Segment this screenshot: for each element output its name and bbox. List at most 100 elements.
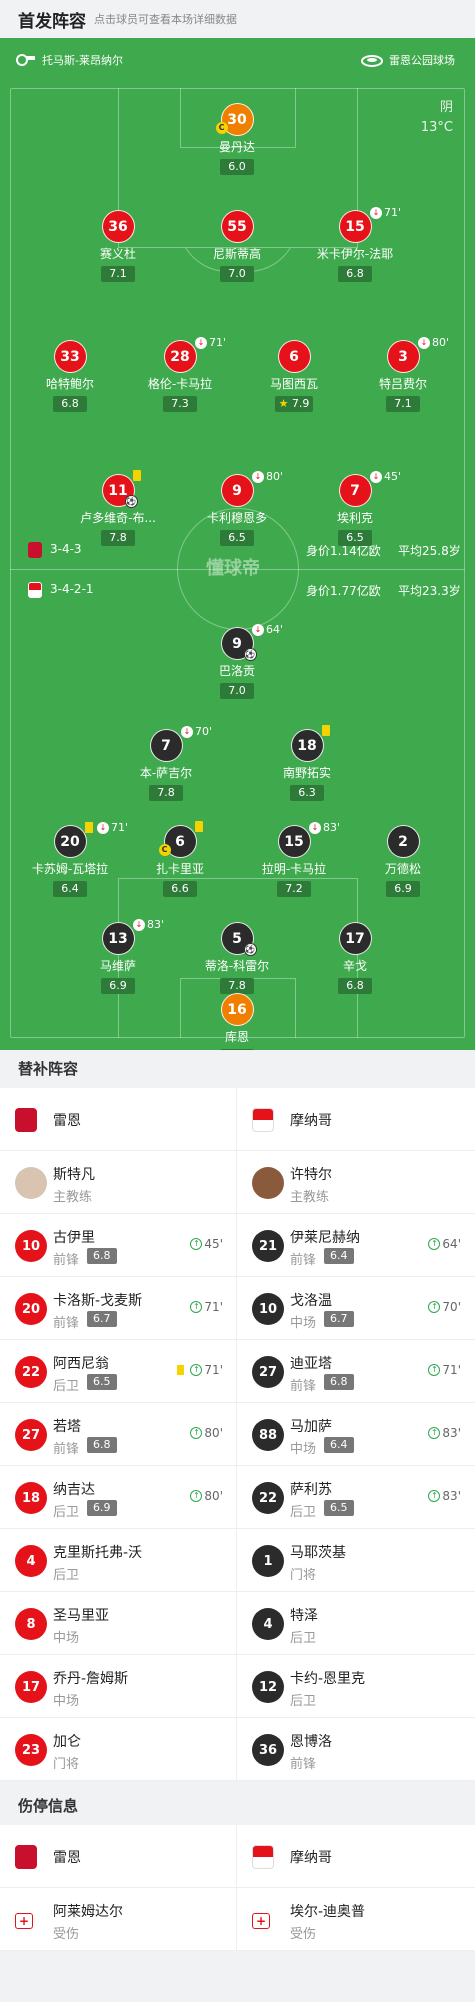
away-coach[interactable]: 许特尔 主教练 xyxy=(237,1151,474,1213)
sub-player-away[interactable]: 21 伊莱尼赫纳 前锋 6.4 ↑ 64' xyxy=(237,1214,474,1276)
sub-on-time: 83' xyxy=(442,1426,461,1440)
injury-away-team[interactable]: 摩纳哥 xyxy=(237,1825,474,1887)
monaco-badge-icon xyxy=(28,582,42,598)
player-number: 15 xyxy=(345,218,365,235)
player-name: 哈特鲍尔 xyxy=(45,377,94,391)
subs-home-team[interactable]: 雷恩 xyxy=(0,1088,237,1150)
sub-player-rating: 6.9 xyxy=(87,1500,117,1516)
player-number: 28 xyxy=(170,348,190,365)
sub-player-name: 马加萨 xyxy=(290,1419,332,1435)
player-away-5[interactable]: 5 ⚽ 蒂洛-科雷尔 7.8 xyxy=(182,922,292,994)
player-home-33[interactable]: 33 哈特鲍尔 6.8 xyxy=(15,340,125,412)
player-number-badge: 33 xyxy=(53,340,87,373)
player-away-7[interactable]: 7 ↓ 70' 本-萨吉尔 7.8 xyxy=(111,725,221,801)
player-home-36[interactable]: 36 赛义杜 7.1 xyxy=(63,210,173,282)
sub-time: 71' xyxy=(209,336,227,349)
injury-icon: + xyxy=(15,1913,33,1929)
player-home-6[interactable]: 6 马图西瓦 ★ 7.9 xyxy=(239,340,349,412)
player-number-badge: 36 xyxy=(101,210,135,243)
player-rating: 7.0 xyxy=(220,683,254,699)
sub-player-home[interactable]: 23 加仑 门将 xyxy=(0,1718,237,1780)
sub-player-away[interactable]: 1 马耶茨基 门将 xyxy=(237,1529,474,1591)
sub-row: 4 克里斯托弗-沃 后卫 1 马耶茨基 门将 xyxy=(0,1529,475,1592)
team-row-top: 托马斯-莱昂纳尔 xyxy=(14,52,123,68)
player-home-7[interactable]: 7 ↓ 45' 埃利克 6.5 xyxy=(300,470,410,546)
player-home-15[interactable]: 15 ↓ 71' 米卡伊尔-法耶 6.8 xyxy=(300,206,410,282)
sub-player-home[interactable]: 20 卡洛斯-戈麦斯 前锋 6.7 ↑ 71' xyxy=(0,1277,237,1339)
player-away-18[interactable]: 18 南野拓实 6.3 xyxy=(252,725,362,801)
player-home-11[interactable]: 11 ⚽ 卢多维奇-布... 7.8 xyxy=(63,470,173,546)
sub-player-position: 后卫 xyxy=(290,1694,317,1709)
player-home-3[interactable]: 3 ↓ 80' 特吕费尔 7.1 xyxy=(348,336,458,412)
monaco-badge-icon xyxy=(252,1845,274,1869)
sub-player-name: 特泽 xyxy=(290,1608,318,1624)
team-name: 摩纳哥 xyxy=(290,1113,332,1129)
sub-player-home[interactable]: 8 圣马里亚 中场 xyxy=(0,1592,237,1654)
player-away-20[interactable]: 20 ↓ 71' 卡苏姆-瓦塔拉 6.4 xyxy=(15,821,128,897)
player-away-2[interactable]: 2 万德松 6.9 xyxy=(348,825,458,897)
sub-row: 27 若塔 前锋 6.8 ↑ 80' 88 马加萨 中场 6.4 ↑ 83' xyxy=(0,1403,475,1466)
sub-player-home[interactable]: 10 古伊里 前锋 6.8 ↑ 45' xyxy=(0,1214,237,1276)
player-home-55[interactable]: 55 尼斯蒂高 7.0 xyxy=(182,210,292,282)
sub-on-marker: ↑ 70' xyxy=(428,1300,461,1314)
player-number: 7 xyxy=(161,737,171,754)
sub-player-name: 萨利苏 xyxy=(290,1482,332,1498)
player-number-badge: 22 xyxy=(15,1356,47,1388)
player-rating: 6.5 xyxy=(220,530,254,546)
player-away-17[interactable]: 17 辛戈 6.8 xyxy=(300,922,410,994)
sub-player-home[interactable]: 4 克里斯托弗-沃 后卫 xyxy=(0,1529,237,1591)
sub-player-away[interactable]: 22 萨利苏 后卫 6.5 ↑ 83' xyxy=(237,1466,474,1528)
sub-player-away[interactable]: 10 戈洛温 中场 6.7 ↑ 70' xyxy=(237,1277,474,1339)
rennes-badge-icon xyxy=(15,1108,37,1132)
player-away-6[interactable]: 6 C 扎卡里亚 6.6 xyxy=(125,821,235,897)
substitution-marker: ↓ 80' xyxy=(418,336,449,349)
sub-on-icon: ↑ xyxy=(428,1364,441,1376)
captain-icon: C xyxy=(215,122,228,134)
player-number: 3 xyxy=(398,348,408,365)
team-name: 雷恩 xyxy=(53,1850,81,1866)
sub-player-home[interactable]: 22 阿西尼翁 后卫 6.5 ↑ 71' xyxy=(0,1340,237,1402)
sub-player-home[interactable]: 27 若塔 前锋 6.8 ↑ 80' xyxy=(0,1403,237,1465)
coach-label: 主教练 xyxy=(53,1190,93,1205)
player-home-28[interactable]: 28 ↓ 71' 格伦-卡马拉 7.3 xyxy=(125,336,235,412)
substitution-marker: ↓ 45' xyxy=(370,470,401,483)
coach-avatar xyxy=(15,1167,47,1199)
rating-value: 6.5 xyxy=(228,531,246,544)
player-away-9[interactable]: 9 ⚽ ↓ 64' 巴洛贡 7.0 xyxy=(182,623,292,699)
player-number-badge: 20 xyxy=(15,1293,47,1325)
injury-away-player[interactable]: + 埃尔-迪奥普 受伤 xyxy=(237,1888,474,1950)
player-away-13[interactable]: 13 ↓ 83' 马维萨 6.9 xyxy=(63,918,173,994)
sub-on-icon: ↑ xyxy=(190,1427,203,1439)
player-home-30[interactable]: 30 C 曼丹达 6.0 xyxy=(182,103,292,175)
sub-on-time: 70' xyxy=(442,1300,461,1314)
player-number-badge: 1 xyxy=(252,1545,284,1577)
player-number-badge: 10 xyxy=(252,1293,284,1325)
home-coach[interactable]: 斯特凡 主教练 xyxy=(0,1151,237,1213)
sub-player-home[interactable]: 18 纳吉达 后卫 6.9 ↑ 80' xyxy=(0,1466,237,1528)
sub-player-rating: 6.7 xyxy=(324,1311,354,1327)
injury-home-team[interactable]: 雷恩 xyxy=(0,1825,237,1887)
injury-home-player[interactable]: + 阿莱姆达尔 受伤 xyxy=(0,1888,237,1950)
injury-team-row: 雷恩 摩纳哥 xyxy=(0,1825,475,1888)
sub-player-home[interactable]: 17 乔丹-詹姆斯 中场 xyxy=(0,1655,237,1717)
player-name: 特吕费尔 xyxy=(378,377,427,391)
sub-player-position: 前锋 xyxy=(53,1316,80,1331)
player-home-9[interactable]: 9 ↓ 80' 卡利穆恩多 6.5 xyxy=(182,470,292,546)
sub-on-icon: ↑ xyxy=(428,1301,441,1313)
sub-player-away[interactable]: 12 卡约-恩里克 后卫 xyxy=(237,1655,474,1717)
sub-player-away[interactable]: 27 迪亚塔 前锋 6.8 ↑ 71' xyxy=(237,1340,474,1402)
injured-player-name: 阿莱姆达尔 xyxy=(53,1904,123,1920)
sub-on-marker: ↑ 64' xyxy=(428,1237,461,1251)
sub-player-away[interactable]: 4 特泽 后卫 xyxy=(237,1592,474,1654)
player-rating: 7.2 xyxy=(277,881,311,897)
player-away-15[interactable]: 15 ↓ 83' 拉明-卡马拉 7.2 xyxy=(239,821,349,897)
player-away-16[interactable]: 16库恩6.6 xyxy=(182,993,292,1050)
subs-away-team[interactable]: 摩纳哥 xyxy=(237,1088,474,1150)
sub-on-icon: ↑ xyxy=(190,1364,203,1376)
sub-player-away[interactable]: 36 恩博洛 前锋 xyxy=(237,1718,474,1780)
substitution-marker: ↓ 83' xyxy=(309,821,340,834)
sub-player-away[interactable]: 88 马加萨 中场 6.4 ↑ 83' xyxy=(237,1403,474,1465)
player-rating: ★ 7.9 xyxy=(274,396,314,412)
sub-player-name: 若塔 xyxy=(53,1419,81,1435)
player-number: 6 xyxy=(175,833,185,850)
